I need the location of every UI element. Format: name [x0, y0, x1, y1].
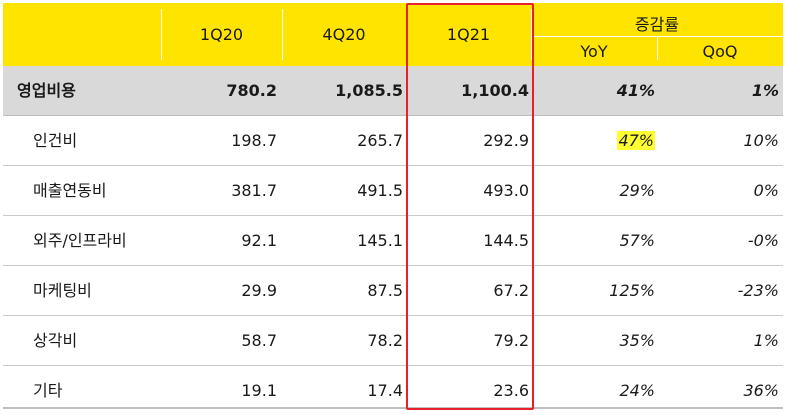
cell-4q20: 1,085.5 — [335, 81, 403, 100]
table-row-total: 영업비용 780.2 1,085.5 1,100.4 41% 1% — [3, 66, 783, 116]
highlighted-value: 47% — [617, 131, 655, 150]
table-row: 마케팅비 29.9 87.5 67.2 125% -23% — [3, 266, 783, 316]
row-label: 매출연동비 — [33, 181, 107, 200]
cell-4q20: 145.1 — [357, 231, 403, 250]
cell-qoq: 0% — [753, 181, 779, 200]
table-bottom-rule — [3, 407, 783, 409]
cell-qoq: -23% — [737, 281, 779, 300]
cell-yoy: 47% — [531, 116, 655, 165]
header-4q20: 4Q20 — [322, 25, 366, 44]
row-label: 마케팅비 — [33, 281, 92, 300]
cell-1q20: 92.1 — [241, 231, 277, 250]
cell-qoq: -0% — [747, 231, 779, 250]
cell-1q20: 381.7 — [231, 181, 277, 200]
header-growth-rate: 증감률 — [634, 15, 680, 34]
highlight-box-1q21 — [406, 3, 534, 410]
cell-qoq: 10% — [743, 131, 779, 150]
table-row: 인건비 198.7 265.7 292.9 47% 10% — [3, 116, 783, 166]
header-1q20: 1Q20 — [199, 25, 244, 44]
row-label: 인건비 — [33, 131, 78, 150]
table-row: 매출연동비 381.7 491.5 493.0 29% 0% — [3, 166, 783, 216]
cell-qoq: 1% — [751, 81, 779, 100]
cell-yoy: 41% — [616, 81, 655, 100]
cell-yoy: 35% — [619, 331, 655, 350]
table-row: 외주/인프라비 92.1 145.1 144.5 57% -0% — [3, 216, 783, 266]
table-row: 상각비 58.7 78.2 79.2 35% 1% — [3, 316, 783, 366]
header-qoq: QoQ — [702, 42, 738, 61]
row-label: 상각비 — [33, 331, 78, 350]
row-label: 영업비용 — [17, 81, 76, 100]
cell-yoy: 125% — [609, 281, 655, 300]
header-subdivider — [531, 36, 783, 37]
row-label: 외주/인프라비 — [33, 231, 127, 250]
cell-yoy: 29% — [619, 181, 655, 200]
cell-4q20: 491.5 — [357, 181, 403, 200]
cell-1q20: 780.2 — [226, 81, 277, 100]
cell-1q20: 58.7 — [241, 331, 277, 350]
cell-4q20: 87.5 — [367, 281, 403, 300]
cell-1q20: 29.9 — [241, 281, 277, 300]
cell-1q20: 198.7 — [231, 131, 277, 150]
cell-4q20: 78.2 — [367, 331, 403, 350]
cell-4q20: 265.7 — [357, 131, 403, 150]
cell-qoq: 1% — [753, 331, 779, 350]
cell-yoy: 57% — [619, 231, 655, 250]
header-yoy: YoY — [580, 42, 608, 61]
table-header: 1Q20 4Q20 1Q21 증감률 YoY QoQ — [3, 3, 783, 66]
